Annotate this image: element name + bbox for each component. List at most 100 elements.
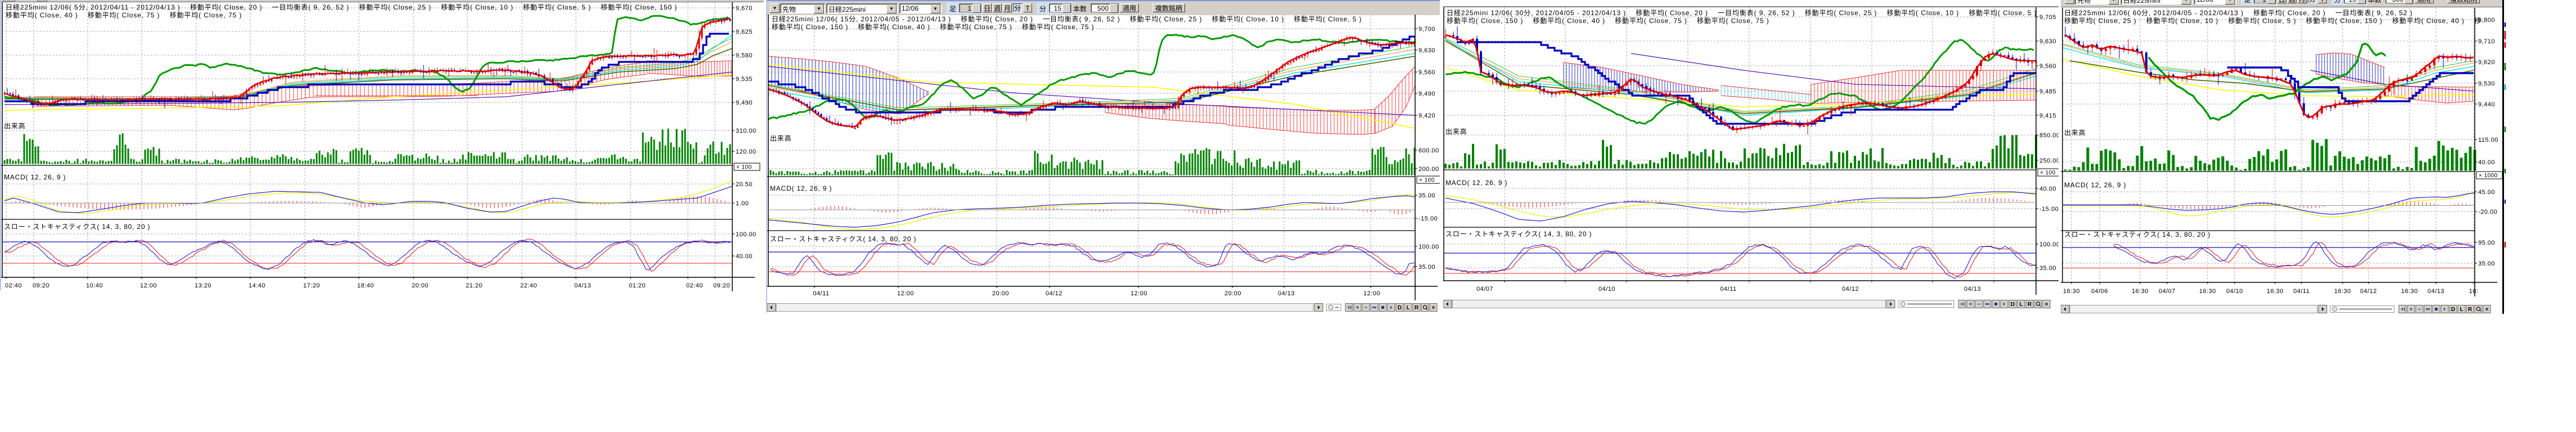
svg-text:日経225mini 12/06( 30分, 2012/04/: 日経225mini 12/06( 30分, 2012/04/05 - 2012/… bbox=[1447, 9, 2037, 17]
svg-text:04/11: 04/11 bbox=[2293, 288, 2309, 295]
svg-text:13:20: 13:20 bbox=[195, 282, 211, 289]
svg-text:L: L bbox=[1406, 305, 1409, 311]
svg-text:出来高: 出来高 bbox=[2064, 128, 2086, 137]
svg-text:スロー・ストキャスティクス( 14, 3, 80, 20 ): スロー・ストキャスティクス( 14, 3, 80, 20 ) bbox=[2064, 231, 2210, 238]
svg-text:40.00: 40.00 bbox=[2478, 159, 2495, 166]
svg-text:D: D bbox=[1398, 305, 1402, 311]
svg-text:16:30: 16:30 bbox=[2267, 288, 2284, 295]
svg-text:12:00: 12:00 bbox=[1131, 290, 1147, 297]
svg-text:12:00: 12:00 bbox=[140, 282, 157, 289]
svg-text:9,490: 9,490 bbox=[1418, 91, 1435, 97]
svg-text:04/13: 04/13 bbox=[574, 282, 591, 289]
svg-text:04/13: 04/13 bbox=[1964, 286, 1981, 292]
svg-text:移動平均( Close, 150 ) 移動平均( Clos: 移動平均( Close, 150 ) 移動平均( Close, 40 ) 移動平… bbox=[772, 23, 1095, 31]
svg-text:×: × bbox=[2045, 302, 2048, 308]
svg-text:移動平均( Close, 150 ) 移動平均( Clos: 移動平均( Close, 150 ) 移動平均( Close, 40 ) 移動平… bbox=[1447, 17, 1769, 25]
svg-text:-20.00: -20.00 bbox=[2478, 209, 2497, 215]
svg-text:04/11: 04/11 bbox=[1720, 286, 1736, 292]
svg-text:16:: 16: bbox=[2469, 288, 2479, 295]
svg-text:04/13: 04/13 bbox=[1278, 290, 1295, 297]
svg-text:9,485: 9,485 bbox=[2039, 88, 2056, 95]
svg-text:17:20: 17:20 bbox=[303, 282, 320, 289]
svg-text:16:30: 16:30 bbox=[2063, 288, 2080, 295]
svg-text:−: − bbox=[1978, 302, 1981, 308]
svg-text:× 100: × 100 bbox=[736, 164, 752, 170]
svg-text:310.00: 310.00 bbox=[736, 128, 756, 134]
svg-text:20.50: 20.50 bbox=[736, 181, 753, 188]
svg-text:115.00: 115.00 bbox=[2478, 137, 2498, 143]
svg-text:9,530: 9,530 bbox=[2478, 80, 2495, 87]
svg-text:14:40: 14:40 bbox=[249, 282, 265, 289]
svg-text:600.00: 600.00 bbox=[1418, 147, 1439, 154]
svg-text:16:30: 16:30 bbox=[2132, 288, 2149, 295]
svg-text:+: + bbox=[1356, 305, 1359, 311]
svg-text:04/10: 04/10 bbox=[1598, 286, 1615, 292]
svg-text:100.00: 100.00 bbox=[736, 231, 756, 238]
svg-text:9,580: 9,580 bbox=[736, 52, 753, 59]
svg-text:R: R bbox=[1415, 305, 1419, 311]
svg-text:出来高: 出来高 bbox=[1445, 127, 1467, 136]
svg-text:02:40: 02:40 bbox=[5, 282, 22, 289]
svg-text:× 1000: × 1000 bbox=[2479, 173, 2498, 179]
svg-text:L: L bbox=[2460, 307, 2463, 313]
svg-text:20:00: 20:00 bbox=[412, 282, 429, 289]
svg-text:21:20: 21:20 bbox=[466, 282, 483, 289]
svg-text:−: − bbox=[2418, 307, 2421, 313]
svg-text:04/07: 04/07 bbox=[2159, 288, 2176, 295]
svg-text:9,630: 9,630 bbox=[2039, 38, 2056, 45]
svg-text:9,625: 9,625 bbox=[736, 29, 753, 35]
svg-text:L: L bbox=[2019, 302, 2023, 308]
svg-text:×: × bbox=[1432, 305, 1435, 311]
svg-text:9,705: 9,705 bbox=[2039, 14, 2056, 21]
svg-text:× 100: × 100 bbox=[1419, 177, 1435, 183]
svg-text:MACD( 12, 26, 9 ): MACD( 12, 26, 9 ) bbox=[1445, 179, 1507, 187]
svg-text:01:20: 01:20 bbox=[629, 282, 646, 289]
svg-text:100.00: 100.00 bbox=[1418, 244, 1439, 250]
svg-text:9,420: 9,420 bbox=[1418, 112, 1435, 119]
svg-text:日経225mini 12/06( 15分, 2012/04/: 日経225mini 12/06( 15分, 2012/04/05 - 2012/… bbox=[772, 15, 1362, 23]
svg-text:9,560: 9,560 bbox=[1418, 69, 1435, 76]
svg-text:D: D bbox=[2011, 302, 2015, 308]
svg-text:D: D bbox=[2451, 307, 2455, 313]
svg-text:出来高: 出来高 bbox=[770, 134, 791, 142]
svg-text:×: × bbox=[2485, 307, 2489, 313]
svg-text:9,630: 9,630 bbox=[1418, 47, 1435, 54]
svg-text:35.00: 35.00 bbox=[2478, 260, 2495, 267]
svg-text:02:40: 02:40 bbox=[686, 282, 703, 289]
svg-text:−: − bbox=[1364, 305, 1368, 311]
svg-text:40.00: 40.00 bbox=[2039, 186, 2056, 192]
svg-text:-15.00: -15.00 bbox=[1418, 215, 1438, 222]
svg-text:1.00: 1.00 bbox=[736, 200, 749, 207]
svg-text:16:30: 16:30 bbox=[2334, 288, 2351, 295]
svg-text:04/11: 04/11 bbox=[813, 290, 829, 297]
svg-text:100.00: 100.00 bbox=[2039, 241, 2059, 248]
svg-text:9,535: 9,535 bbox=[736, 76, 753, 83]
svg-text:16:30: 16:30 bbox=[2401, 288, 2418, 295]
svg-text:9,440: 9,440 bbox=[2478, 101, 2495, 108]
svg-text:09:20: 09:20 bbox=[713, 282, 730, 289]
svg-text:9,670: 9,670 bbox=[736, 5, 753, 12]
svg-text:スロー・ストキャスティクス( 14, 3, 80, 20 ): スロー・ストキャスティクス( 14, 3, 80, 20 ) bbox=[1445, 230, 1592, 238]
svg-text:04/12: 04/12 bbox=[1842, 286, 1859, 292]
svg-text:35.00: 35.00 bbox=[1418, 192, 1435, 199]
svg-text:9,560: 9,560 bbox=[2039, 63, 2056, 70]
svg-text:9,490: 9,490 bbox=[736, 100, 753, 106]
svg-text:-15.00: -15.00 bbox=[2039, 206, 2059, 213]
svg-text:04/12: 04/12 bbox=[1046, 290, 1062, 297]
svg-text:9,700: 9,700 bbox=[1418, 26, 1435, 33]
svg-text:出来高: 出来高 bbox=[4, 122, 25, 130]
svg-text:04/07: 04/07 bbox=[1476, 286, 1493, 292]
svg-text:04/12: 04/12 bbox=[2360, 288, 2377, 295]
svg-text:R: R bbox=[2468, 307, 2473, 313]
svg-text:+: + bbox=[2410, 307, 2413, 313]
svg-text:10:40: 10:40 bbox=[86, 282, 103, 289]
svg-text:40.00: 40.00 bbox=[736, 253, 753, 260]
svg-text:12:00: 12:00 bbox=[897, 290, 914, 297]
svg-text:850.00: 850.00 bbox=[2039, 132, 2059, 139]
svg-text:95.00: 95.00 bbox=[2478, 240, 2495, 246]
svg-text:9,620: 9,620 bbox=[2478, 59, 2495, 66]
svg-text:+: + bbox=[1969, 302, 1972, 308]
svg-text:200.00: 200.00 bbox=[1418, 166, 1439, 173]
svg-text:MACD( 12, 26, 9 ): MACD( 12, 26, 9 ) bbox=[4, 173, 66, 181]
svg-text:MACD( 12, 26, 9 ): MACD( 12, 26, 9 ) bbox=[770, 184, 832, 192]
